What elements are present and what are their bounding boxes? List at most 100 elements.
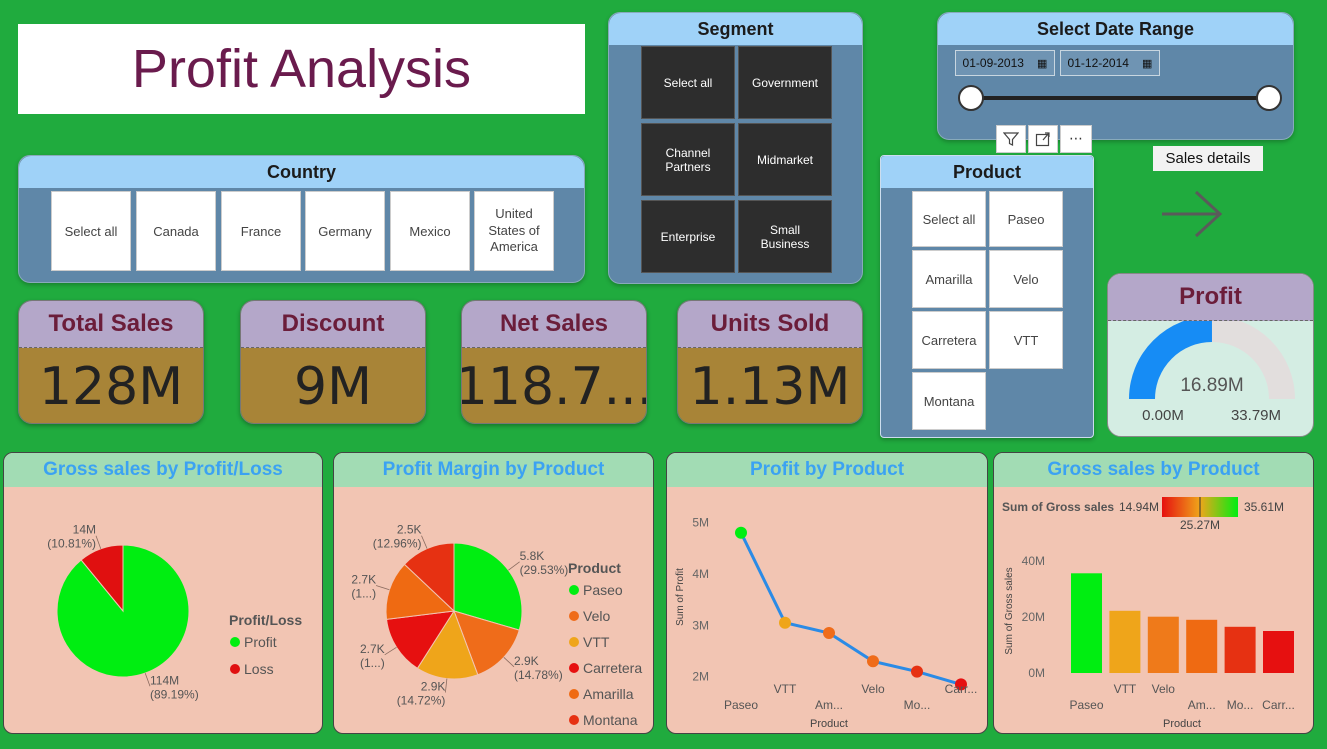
x-tick-label: VTT — [1114, 682, 1137, 696]
pie-data-label: 2.7K — [360, 642, 385, 656]
segment-option-enterprise[interactable]: Enterprise — [641, 200, 735, 273]
product-option-vtt[interactable]: VTT — [989, 311, 1063, 369]
data-point-3 — [867, 655, 879, 668]
pie-leader-line — [445, 678, 448, 693]
x-axis-label: Product — [810, 718, 848, 730]
segment-option-government[interactable]: Government — [738, 46, 832, 119]
segment-slicer-title: Segment — [609, 13, 862, 45]
bar-0 — [1071, 573, 1102, 673]
color-scale-min: 14.94M — [1119, 500, 1159, 514]
pie-leader-line — [508, 561, 520, 571]
pie-data-pct: (1...) — [360, 656, 385, 670]
pie-data-label: 14M — [73, 523, 96, 537]
color-scale-max: 35.61M — [1244, 500, 1284, 514]
y-axis-label: Sum of Profit — [675, 568, 686, 626]
color-scale-title: Sum of Gross sales — [1002, 500, 1114, 514]
country-option-select-all[interactable]: Select all — [51, 191, 131, 271]
profit-gauge-card: Profit 16.89M 0.00M 33.79M — [1107, 273, 1314, 437]
segment-option-channel-partners[interactable]: Channel Partners — [641, 123, 735, 196]
country-option-usa[interactable]: United States of America — [474, 191, 554, 271]
date-slider-track[interactable] — [971, 96, 1269, 100]
end-date-input[interactable]: 01-12-2014 ▦ — [1060, 50, 1160, 76]
pie-data-label: 2.9K — [421, 680, 446, 694]
kpi-net-sales: Net Sales 118.7... — [461, 300, 647, 424]
product-option-carretera[interactable]: Carretera — [912, 311, 986, 369]
date-slider-end-handle[interactable] — [1256, 85, 1282, 111]
bar-4 — [1224, 626, 1256, 673]
product-option-paseo[interactable]: Paseo — [989, 191, 1063, 247]
legend-item-amarilla: Amarilla — [583, 686, 634, 702]
y-tick-label: 5M — [692, 515, 709, 529]
x-tick-label: Velo — [1152, 682, 1176, 696]
chart-title: Gross sales by Profit/Loss — [4, 453, 322, 487]
calendar-icon[interactable]: ▦ — [1037, 57, 1047, 70]
legend-marker — [230, 664, 240, 674]
kpi-label: Discount — [241, 301, 425, 348]
x-tick-label: Velo — [861, 682, 885, 696]
kpi-value: 9M — [241, 348, 425, 423]
pie-data-label: 114M — [150, 673, 179, 687]
start-date-input[interactable]: 01-09-2013 ▦ — [955, 50, 1055, 76]
pie-chart-profit-margin: 5.8K(29.53%)2.9K(14.78%)2.9K(14.72%)2.7K… — [351, 523, 642, 728]
more-options-icon[interactable]: ⋯ — [1060, 125, 1092, 153]
kpi-value: 128M — [19, 348, 203, 423]
segment-option-small-business[interactable]: Small Business — [738, 200, 832, 273]
right-arrow-icon[interactable] — [1158, 186, 1226, 242]
pie-leader-line — [503, 657, 515, 668]
date-range-slicer: Select Date Range 01-09-2013 ▦ 01-12-201… — [937, 12, 1294, 140]
kpi-value: 118.7... — [462, 348, 646, 423]
product-option-montana[interactable]: Montana — [912, 372, 986, 430]
legend-item-loss: Loss — [244, 661, 274, 677]
profit-line — [739, 532, 962, 686]
x-tick-label: Mo... — [1227, 698, 1254, 712]
bar-chart-gross-sales: Sum of Gross sales 14.94M 35.61M 25.27M 0M 20… — [1002, 497, 1295, 730]
pie-data-label: 2.7K — [351, 573, 376, 587]
end-date-value: 01-12-2014 — [1067, 56, 1129, 70]
y-tick-label: 4M — [692, 567, 709, 581]
pie-data-label: 2.9K — [514, 654, 539, 668]
product-option-amarilla[interactable]: Amarilla — [912, 250, 986, 308]
legend-item-carretera: Carretera — [583, 660, 642, 676]
sales-details-button[interactable]: Sales details — [1153, 146, 1263, 171]
date-slider-start-handle[interactable] — [958, 85, 984, 111]
pie-leader-line — [421, 535, 428, 549]
segment-option-midmarket[interactable]: Midmarket — [738, 123, 832, 196]
country-option-germany[interactable]: Germany — [305, 191, 385, 271]
legend-item-montana: Montana — [583, 712, 638, 728]
pie-data-pct: (14.72%) — [397, 694, 446, 708]
kpi-units-sold: Units Sold 1.13M — [677, 300, 863, 424]
x-tick-label: Am... — [1188, 698, 1216, 712]
data-point-2 — [823, 627, 835, 639]
product-option-select-all[interactable]: Select all — [912, 191, 986, 247]
x-tick-label: Mo... — [904, 698, 931, 712]
x-tick-label: Paseo — [724, 698, 758, 712]
segment-option-select-all[interactable]: Select all — [641, 46, 735, 119]
pie-data-pct: (14.78%) — [514, 668, 563, 682]
chart-profit-by-product: Profit by Product 2M 3M 4M 5M Paseo VTT Am... V… — [666, 452, 988, 734]
country-option-france[interactable]: France — [221, 191, 301, 271]
product-option-velo[interactable]: Velo — [989, 250, 1063, 308]
kpi-label: Net Sales — [462, 301, 646, 348]
gauge-value: 16.89M — [1180, 375, 1243, 396]
filter-icon[interactable] — [996, 125, 1026, 153]
pie-data-label: 2.5K — [397, 523, 422, 537]
bar-3 — [1186, 619, 1218, 673]
focus-mode-icon[interactable] — [1028, 125, 1058, 153]
x-tick-label: VTT — [774, 682, 797, 696]
x-tick-label: Carr... — [1262, 698, 1295, 712]
calendar-icon[interactable]: ▦ — [1142, 57, 1152, 70]
color-scale-mid: 25.27M — [1180, 518, 1220, 532]
bar-1 — [1109, 610, 1141, 673]
chart-gross-sales-by-product: Gross sales by Product Sum of Gross sale… — [993, 452, 1314, 734]
y-axis-label: Sum of Gross sales — [1004, 567, 1015, 654]
x-tick-label: Paseo — [1069, 698, 1103, 712]
country-option-mexico[interactable]: Mexico — [390, 191, 470, 271]
legend-title: Product — [568, 560, 621, 576]
pie-leader-line — [384, 646, 397, 656]
country-slicer-title: Country — [19, 156, 584, 188]
legend-marker — [569, 637, 579, 647]
kpi-label: Total Sales — [19, 301, 203, 348]
legend-title: Profit/Loss — [229, 612, 302, 628]
country-option-canada[interactable]: Canada — [136, 191, 216, 271]
pie-leader-line — [375, 585, 390, 591]
